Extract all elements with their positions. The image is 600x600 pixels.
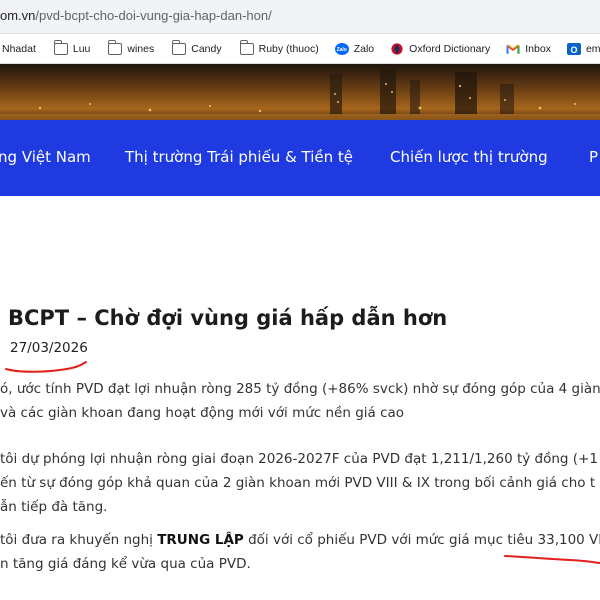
paragraph-line: n tăng giá đáng kể vừa qua của PVD. xyxy=(0,556,251,572)
bookmark-email-tp[interactable]: O email tp xyxy=(561,34,600,63)
url-domain: om.vn xyxy=(0,8,36,23)
article-paragraph-3: tôi đưa ra khuyến nghị TRUNG LẬP đối với… xyxy=(0,528,600,576)
url-path: /pvd-bcpt-cho-doi-vung-gia-hap-dan-hon/ xyxy=(35,8,272,23)
paragraph-line: ó, ước tính PVD đạt lợi nhuận ròng 285 t… xyxy=(0,381,600,397)
article-title: BCPT – Chờ đợi vùng giá hấp dẫn hơn xyxy=(8,306,448,330)
paragraph-line: ến từ sự đóng góp khả quan của 2 giàn kh… xyxy=(0,475,596,491)
article-paragraph-2: tôi dự phóng lợi nhuận ròng giai đoạn 20… xyxy=(0,447,600,519)
bookmark-candy[interactable]: Candy xyxy=(166,34,227,63)
city-lights-decoration xyxy=(0,64,600,120)
bookmarks-bar: Nhadat Luu wines Candy Ruby (thuoc) Zalo… xyxy=(0,34,600,64)
folder-icon xyxy=(239,39,254,55)
bookmark-label: Oxford Dictionary xyxy=(409,42,491,55)
folder-icon xyxy=(53,39,68,55)
nav-item-chien-luoc-thi-truong[interactable]: Chiến lược thị trường xyxy=(390,148,548,166)
nav-item-trai-phieu-tien-te[interactable]: Thị trường Trái phiếu & Tiền tệ xyxy=(125,148,353,166)
article-paragraph-1: ó, ước tính PVD đạt lợi nhuận ròng 285 t… xyxy=(0,377,600,425)
zalo-icon: Zalo xyxy=(334,42,349,55)
text-segment: tôi đưa ra khuyến nghị xyxy=(0,532,158,548)
date-underline-annotation xyxy=(5,361,87,373)
nav-item-truncated[interactable]: P xyxy=(589,148,598,166)
bookmark-label: wines xyxy=(127,42,155,55)
recommendation-text: TRUNG LẬP xyxy=(157,532,244,548)
bookmark-ruby-thuoc[interactable]: Ruby (thuoc) xyxy=(234,34,325,63)
bookmark-nhadat[interactable]: Nhadat xyxy=(0,34,42,63)
bookmark-label: Zalo xyxy=(353,42,375,55)
paragraph-line: tôi đưa ra khuyến nghị TRUNG LẬP đối với… xyxy=(0,528,600,552)
paragraph-line: và các giàn khoan đang hoạt động mới với… xyxy=(0,405,405,421)
nav-item-thi-truong-viet-nam[interactable]: ng Việt Nam xyxy=(0,148,91,166)
main-nav: ng Việt Nam Thị trường Trái phiếu & Tiền… xyxy=(0,120,600,196)
bookmark-label: Candy xyxy=(191,42,222,55)
bookmark-zalo[interactable]: Zalo Zalo xyxy=(329,34,380,63)
folder-icon xyxy=(108,39,123,55)
text-segment: đối với cổ phiếu PVD với mức giá mục tiê… xyxy=(243,532,600,548)
bookmark-label: email tp xyxy=(585,42,600,55)
bookmark-wines[interactable]: wines xyxy=(102,34,160,63)
bookmark-label: Luu xyxy=(72,42,91,55)
paragraph-line: tôi dự phóng lợi nhuận ròng giai đoạn 20… xyxy=(0,451,598,467)
outlook-icon: O xyxy=(566,42,581,55)
bookmark-label: Inbox xyxy=(525,42,551,55)
bookmark-luu[interactable]: Luu xyxy=(48,34,97,63)
bookmark-label: Nhadat xyxy=(2,42,36,55)
bookmark-oxford-dictionary[interactable]: Oxford Dictionary xyxy=(384,34,496,63)
oxford-icon xyxy=(391,42,403,55)
bookmark-label: Ruby (thuoc) xyxy=(258,42,319,55)
bookmark-inbox[interactable]: Inbox xyxy=(500,34,557,63)
paragraph-line: ẫn tiếp đà tăng. xyxy=(0,499,108,515)
address-bar[interactable]: om.vn/pvd-bcpt-cho-doi-vung-gia-hap-dan-… xyxy=(0,0,600,34)
folder-icon xyxy=(172,39,187,55)
article-date: 27/03/2026 xyxy=(10,340,88,356)
gmail-icon xyxy=(506,44,520,54)
header-banner-image xyxy=(0,64,600,120)
url-text[interactable]: om.vn/pvd-bcpt-cho-doi-vung-gia-hap-dan-… xyxy=(0,8,272,23)
